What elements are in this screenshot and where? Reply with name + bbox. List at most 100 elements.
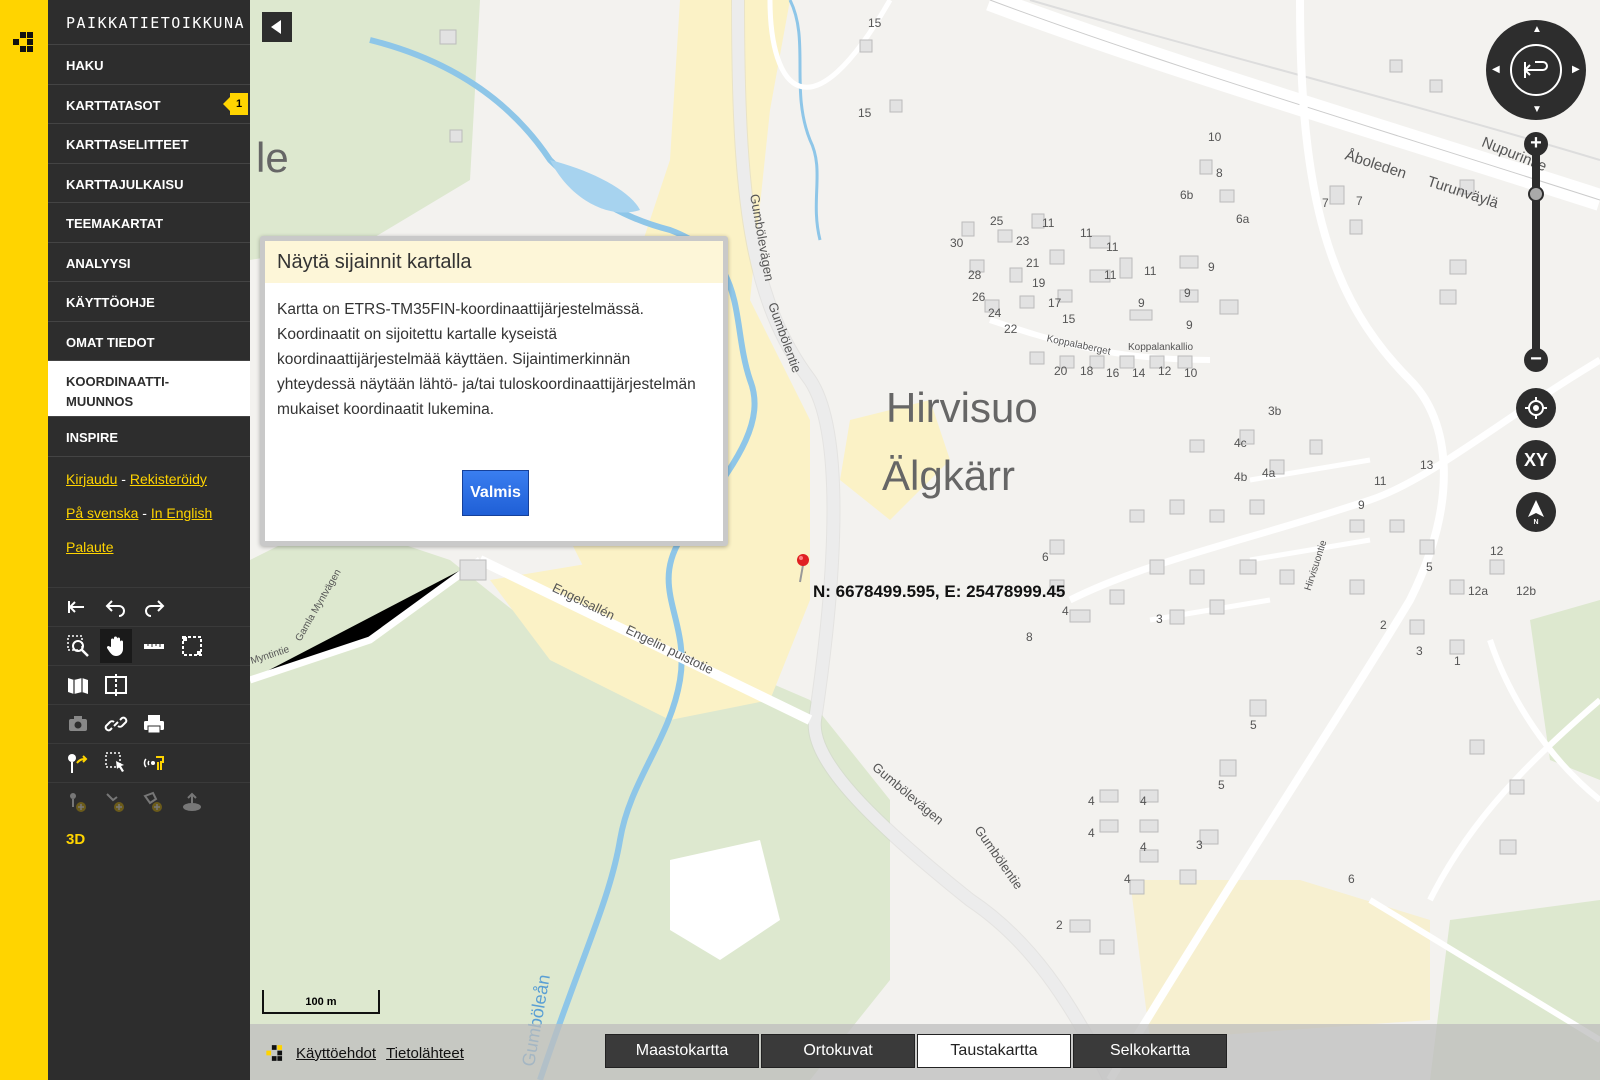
- terms-link[interactable]: Käyttöehdot: [296, 1045, 376, 1062]
- feature-info-icon[interactable]: [138, 746, 170, 780]
- pan-hand-icon[interactable]: [100, 628, 132, 663]
- zoom-slider-track[interactable]: [1532, 150, 1540, 366]
- house-number: 12: [1158, 364, 1172, 378]
- pan-right-icon[interactable]: ▶: [1572, 64, 1580, 75]
- house-number: 24: [988, 306, 1002, 320]
- north-arrow-icon[interactable]: N: [1516, 492, 1556, 532]
- house-number: 14: [1132, 366, 1146, 380]
- house-number: 11: [1104, 268, 1117, 282]
- menu-item-inspire[interactable]: INSPIRE: [48, 417, 250, 457]
- basemap-tabs: Maastokartta Ortokuvat Taustakartta Selk…: [605, 1034, 1227, 1068]
- house-number: 15: [858, 106, 872, 120]
- tool-row: [48, 625, 250, 665]
- house-number: 8: [1216, 166, 1223, 180]
- house-number: 21: [1026, 256, 1040, 270]
- measure-line-icon[interactable]: [138, 629, 170, 663]
- menu-label: KOORDINAATTI- MUUNNOS: [66, 374, 170, 409]
- menu-item-omat-tiedot[interactable]: OMAT TIEDOT: [48, 322, 250, 361]
- select-area-icon[interactable]: [100, 746, 132, 780]
- my-location-icon[interactable]: [1516, 388, 1556, 428]
- tool-row: [48, 703, 250, 743]
- basemap-tab-taustakartta[interactable]: Taustakartta: [917, 1034, 1071, 1068]
- swedish-link[interactable]: På svenska: [66, 505, 138, 521]
- map-canvas[interactable]: le Hirvisuo Älgkärr Gumbölevägen Gumböle…: [250, 0, 1600, 1080]
- zoom-slider-handle[interactable]: [1528, 186, 1544, 202]
- house-number: 23: [1016, 234, 1030, 248]
- print-icon[interactable]: [138, 707, 170, 741]
- house-number: 4c: [1234, 436, 1247, 450]
- coordinate-label: N: 6678499.595, E: 25478999.45: [813, 582, 1066, 601]
- 3d-toggle[interactable]: 3D: [48, 821, 250, 848]
- house-number: 12a: [1468, 584, 1489, 598]
- import-data-icon[interactable]: [176, 785, 208, 819]
- house-number: 5: [1250, 718, 1257, 732]
- sources-link[interactable]: Tietolähteet: [386, 1045, 464, 1062]
- logo-icon: [13, 32, 33, 52]
- menu-item-haku[interactable]: HAKU: [48, 45, 250, 85]
- house-number: 3: [1156, 612, 1163, 626]
- menu-item-karttaselitteet[interactable]: KARTTASELITTEET: [48, 124, 250, 164]
- menu-item-kayttoohje[interactable]: KÄYTTÖOHJE: [48, 282, 250, 322]
- zoom-in-icon[interactable]: +: [1524, 132, 1548, 156]
- house-number: 20: [1054, 364, 1068, 378]
- login-link[interactable]: Kirjaudu: [66, 471, 117, 487]
- register-link[interactable]: Rekisteröidy: [130, 471, 207, 487]
- tool-row: [48, 664, 250, 704]
- pan-left-icon[interactable]: ◀: [1492, 64, 1500, 75]
- camera-icon[interactable]: [62, 707, 94, 741]
- house-number: 26: [972, 290, 986, 304]
- split-view-icon[interactable]: [100, 668, 132, 702]
- house-number: 2: [1056, 918, 1063, 932]
- link-separator: -: [138, 504, 151, 521]
- menu-label: INSPIRE: [66, 430, 119, 445]
- house-number: 22: [1004, 322, 1018, 336]
- menu-item-teemakartat[interactable]: TEEMAKARTAT: [48, 203, 250, 243]
- house-number: 28: [968, 268, 982, 282]
- done-button[interactable]: Valmis: [462, 470, 529, 516]
- house-number: 10: [1184, 366, 1198, 380]
- house-number: 4: [1062, 604, 1069, 618]
- draw-point-icon[interactable]: [62, 785, 94, 819]
- measure-area-icon[interactable]: [176, 629, 208, 663]
- map-legend-icon[interactable]: [62, 668, 94, 702]
- redo-icon[interactable]: [138, 590, 170, 624]
- house-number: 13: [1420, 458, 1434, 472]
- menu-item-karttatasot[interactable]: KARTTATASOT 1: [48, 85, 250, 124]
- menu-item-karttajulkaisu[interactable]: KARTTAJULKAISU: [48, 164, 250, 203]
- menu-label: KÄYTTÖOHJE: [66, 295, 155, 310]
- house-number: 3: [1416, 644, 1423, 658]
- house-number: 9: [1186, 318, 1193, 332]
- menu-item-analyysi[interactable]: ANALYYSI: [48, 243, 250, 282]
- house-number: 5: [1426, 560, 1433, 574]
- bottom-bar: Käyttöehdot Tietolähteet Maastokartta Or…: [250, 1024, 1600, 1080]
- draw-polygon-icon[interactable]: [138, 785, 170, 819]
- location-pin-icon[interactable]: [796, 553, 810, 583]
- zoom-out-icon[interactable]: −: [1524, 348, 1548, 372]
- house-number: 30: [950, 236, 964, 250]
- pan-control[interactable]: ▲ ▼ ◀ ▶: [1486, 20, 1586, 120]
- reset-view-icon[interactable]: [1510, 44, 1562, 96]
- collapse-sidebar-button[interactable]: [262, 12, 292, 42]
- add-marker-icon[interactable]: [62, 746, 94, 780]
- basemap-tab-maastokartta[interactable]: Maastokartta: [605, 1034, 759, 1068]
- feedback-link[interactable]: Palaute: [66, 539, 113, 555]
- english-link[interactable]: In English: [151, 505, 212, 521]
- house-number: 25: [990, 214, 1004, 228]
- pan-up-icon[interactable]: ▲: [1532, 24, 1542, 35]
- pan-down-icon[interactable]: ▼: [1532, 104, 1542, 115]
- basemap-tab-ortokuvat[interactable]: Ortokuvat: [761, 1034, 915, 1068]
- menu-item-koordinaattimuunnos[interactable]: KOORDINAATTI- MUUNNOS: [48, 361, 250, 417]
- house-number: 9: [1208, 260, 1215, 274]
- partial-place-label: le: [256, 134, 289, 181]
- link-icon[interactable]: [100, 707, 132, 741]
- basemap-tab-selkokartta[interactable]: Selkokartta: [1073, 1034, 1227, 1068]
- house-number: 4: [1140, 794, 1147, 808]
- draw-line-icon[interactable]: [100, 785, 132, 819]
- undo-icon[interactable]: [100, 590, 132, 624]
- footer-links: Käyttöehdot Tietolähteet: [264, 1042, 464, 1064]
- coordinate-tool-button[interactable]: XY: [1516, 440, 1556, 480]
- reset-view-icon[interactable]: [62, 590, 94, 624]
- house-number: 8: [1026, 630, 1033, 644]
- zoom-box-icon[interactable]: [62, 629, 94, 663]
- sidebar: PAIKKATIETOIKKUNA HAKU KARTTATASOT 1 KART…: [48, 0, 250, 1080]
